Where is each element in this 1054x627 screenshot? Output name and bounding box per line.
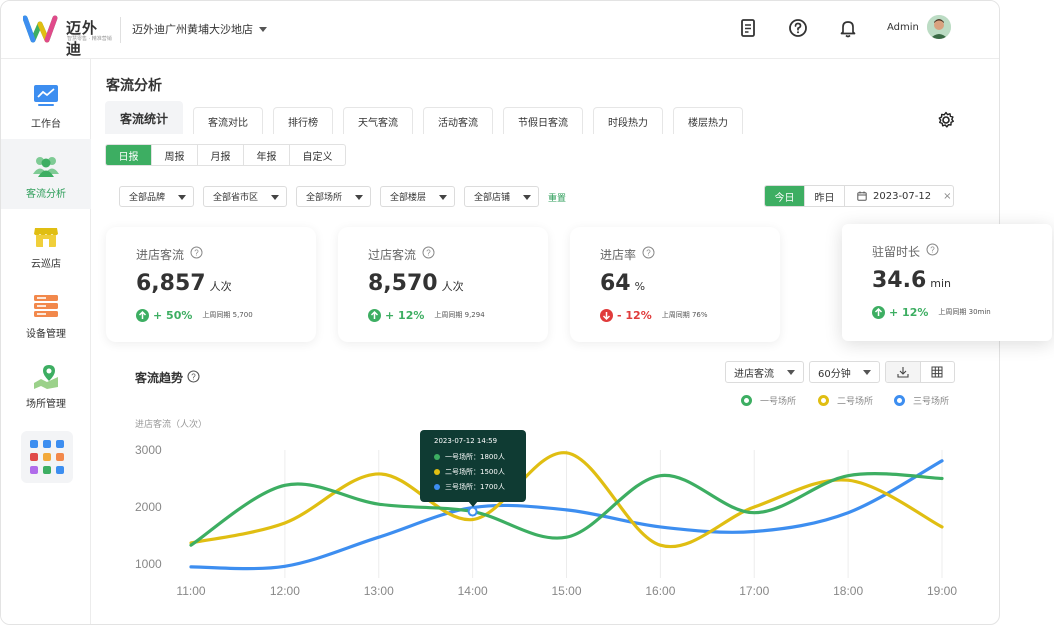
x-tick-label: 11:00 — [176, 584, 205, 598]
kpi-value: 34.6 — [872, 268, 927, 293]
info-icon[interactable]: ? — [926, 243, 939, 256]
x-tick-label: 16:00 — [645, 584, 675, 598]
kpi-compare: 上周同期 30min — [938, 308, 991, 316]
y-tick-label: 1000 — [135, 557, 162, 571]
tooltip-row: 一号场所：1800人 — [434, 452, 505, 462]
x-tick-label: 12:00 — [270, 584, 300, 598]
tooltip-row: 三号场所：1700人 — [434, 482, 505, 492]
svg-text:?: ? — [930, 246, 935, 255]
x-tick-label: 13:00 — [364, 584, 394, 598]
tooltip-time: 2023-07-12 14:59 — [434, 437, 498, 445]
y-tick-label: 3000 — [135, 443, 162, 457]
x-tick-label: 19:00 — [927, 584, 957, 598]
tooltip-pointer — [468, 501, 478, 507]
kpi-change: + 12% — [889, 305, 929, 319]
x-tick-label: 15:00 — [551, 584, 581, 598]
y-tick-label: 2000 — [135, 500, 162, 514]
arrow-up-icon — [872, 305, 885, 319]
kpi-card-dwell-time: 驻留时长 ? 34.6 min + 12% 上周同期 30min — [842, 224, 1052, 341]
tooltip-row: 二号场所：1500人 — [434, 467, 505, 477]
tooltip-dot — [434, 484, 440, 490]
kpi-unit: min — [930, 277, 952, 290]
tooltip-dot — [434, 454, 440, 460]
x-tick-label: 14:00 — [458, 584, 488, 598]
chart-tooltip: 2023-07-12 14:59 一号场所：1800人 二号场所：1500人 三… — [420, 430, 526, 507]
kpi-label: 驻留时长 — [872, 245, 921, 259]
x-tick-label: 17:00 — [739, 584, 769, 598]
kpi-trend: + 12% 上周同期 30min — [872, 305, 991, 319]
x-tick-label: 18:00 — [833, 584, 863, 598]
hover-marker — [467, 506, 478, 517]
tooltip-row-text: 三号场所：1700人 — [445, 483, 505, 491]
tooltip-row-text: 二号场所：1500人 — [445, 468, 505, 476]
tooltip-dot — [434, 469, 440, 475]
kpi-value-row: 34.6 min — [872, 268, 951, 293]
tooltip-row-text: 一号场所：1800人 — [445, 453, 505, 461]
